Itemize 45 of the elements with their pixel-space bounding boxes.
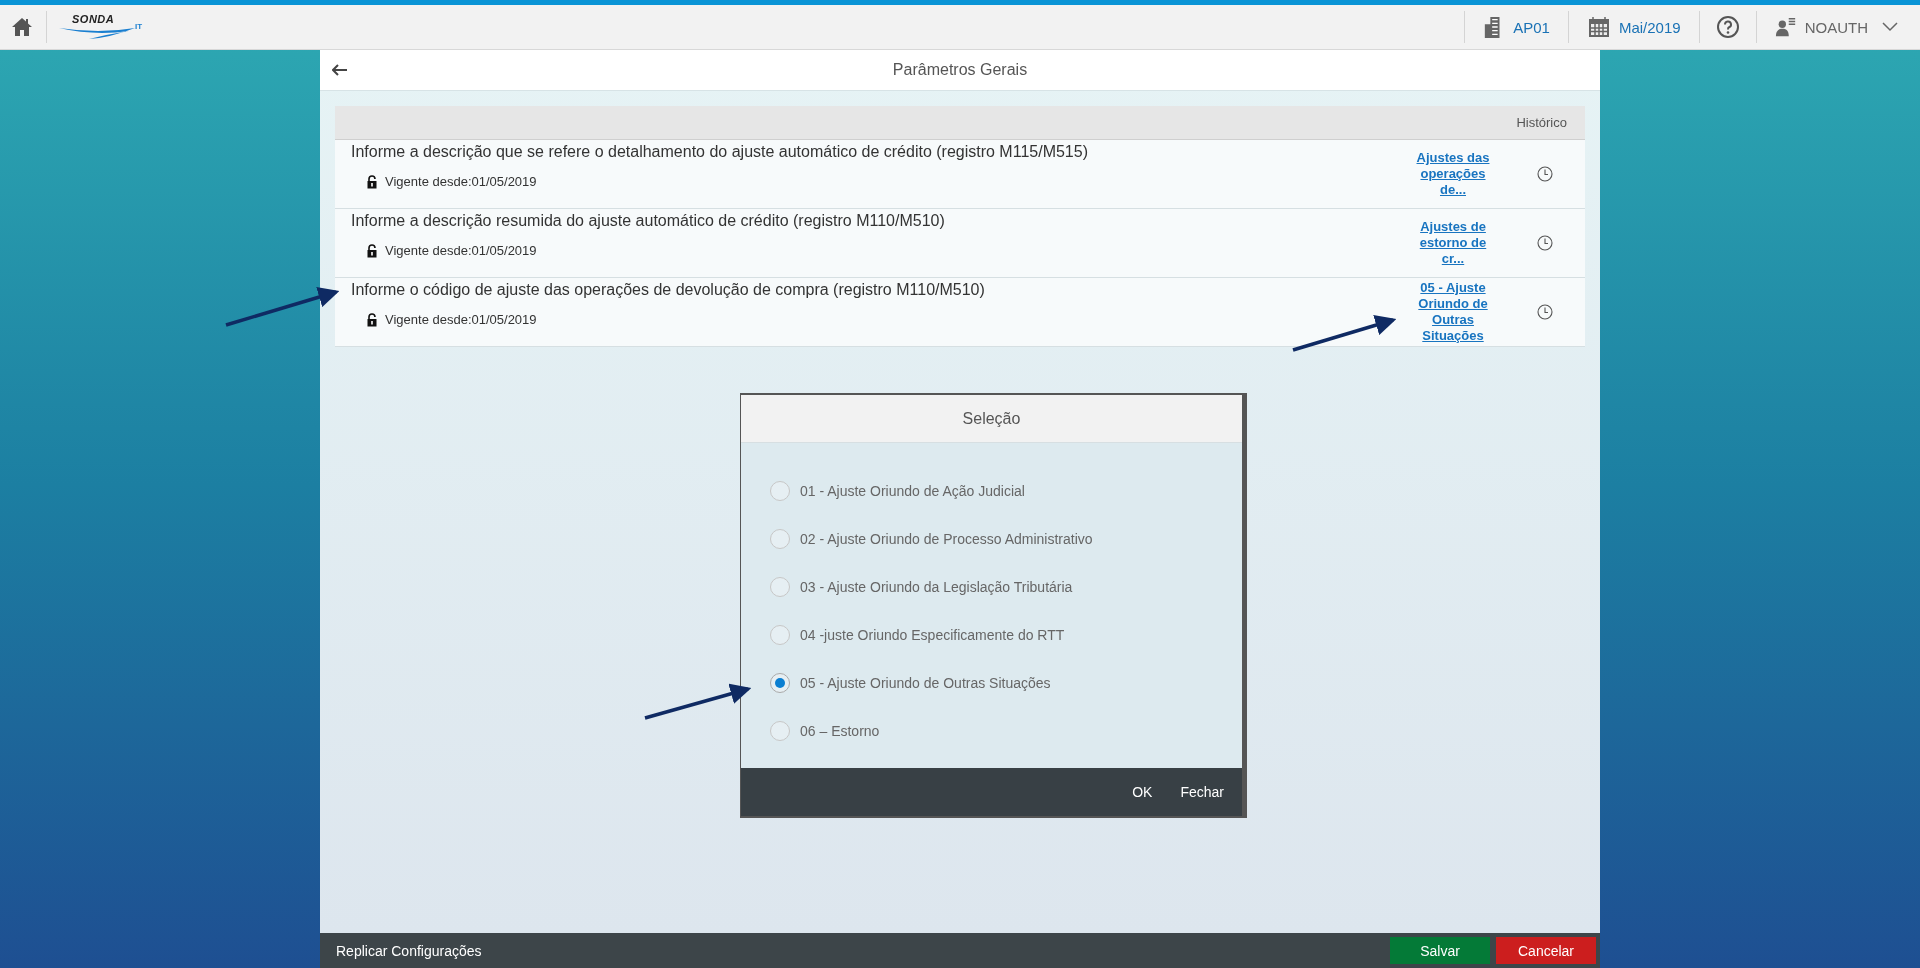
padlock-icon: [367, 174, 377, 189]
history-clock-icon[interactable]: [1537, 304, 1553, 320]
page-title: Parâmetros Gerais: [892, 61, 1028, 79]
option-label[interactable]: 02 - Ajuste Oriundo de Processo Administrativo: [800, 531, 1093, 547]
validity-date: Vigente desde:01/05/2019: [385, 174, 537, 189]
dialog-title: Seleção: [962, 409, 1021, 428]
radio-button[interactable]: [770, 577, 790, 597]
radio-button[interactable]: [770, 721, 790, 741]
user-name[interactable]: NOAUTH: [1804, 18, 1868, 36]
history-clock-icon[interactable]: [1537, 166, 1553, 182]
back-arrow-icon[interactable]: [332, 64, 348, 76]
padlock-icon: [367, 243, 377, 258]
validity-date: Vigente desde:01/05/2019: [385, 243, 537, 258]
logo: SONDA IT: [59, 13, 149, 41]
parameter-description: Informe a descrição que se refere o detalhamento do ajuste automático de crédito (registro M115/M515): [351, 143, 1089, 161]
option-label[interactable]: 03 - Ajuste Oriundo da Legislação Tributária: [800, 579, 1073, 595]
parameter-description: Informe a descrição resumida do ajuste automático de crédito (registro M110/M510): [351, 212, 946, 230]
radio-button[interactable]: [770, 625, 790, 645]
option-label[interactable]: 05 - Ajuste Oriundo de Outras Situações: [800, 675, 1051, 691]
history-clock-icon[interactable]: [1537, 235, 1553, 251]
home-icon[interactable]: [10, 15, 34, 39]
calendar-icon: [1586, 15, 1611, 39]
option-label[interactable]: 04 -juste Oriundo Especificamente do RTT: [800, 627, 1065, 643]
period-link[interactable]: Mai/2019: [1618, 18, 1681, 36]
padlock-icon: [367, 312, 377, 327]
company-link[interactable]: AP01: [1513, 18, 1550, 36]
save-button[interactable]: Salvar: [1390, 937, 1490, 964]
user-icon: [1774, 16, 1797, 38]
replicate-settings-link[interactable]: Replicar Configurações: [336, 942, 482, 959]
cancel-button[interactable]: Cancelar: [1496, 937, 1596, 964]
option-label[interactable]: 01 - Ajuste Oriundo de Ação Judicial: [800, 483, 1025, 499]
parameter-value-link[interactable]: Ajustes de estorno de cr...: [1411, 219, 1495, 267]
radio-button[interactable]: [770, 481, 790, 501]
dialog-button[interactable]: OK: [1122, 778, 1163, 806]
option-label[interactable]: 06 – Estorno: [800, 723, 880, 739]
parameter-value-link[interactable]: Ajustes das operações de...: [1411, 150, 1495, 198]
radio-button[interactable]: [770, 529, 790, 549]
radio-button[interactable]: [770, 673, 790, 693]
dialog-button[interactable]: Fechar: [1170, 778, 1234, 806]
chevron-down-icon[interactable]: [1882, 22, 1898, 32]
parameter-description: Informe o código de ajuste das operações de devolução de compra (registro M110/M510): [351, 281, 986, 299]
help-icon[interactable]: [1715, 15, 1740, 39]
column-header: Histórico: [1516, 115, 1567, 130]
parameter-value-link[interactable]: 05 - Ajuste Oriundo de Outras Situações: [1411, 280, 1495, 344]
validity-date: Vigente desde:01/05/2019: [385, 312, 537, 327]
